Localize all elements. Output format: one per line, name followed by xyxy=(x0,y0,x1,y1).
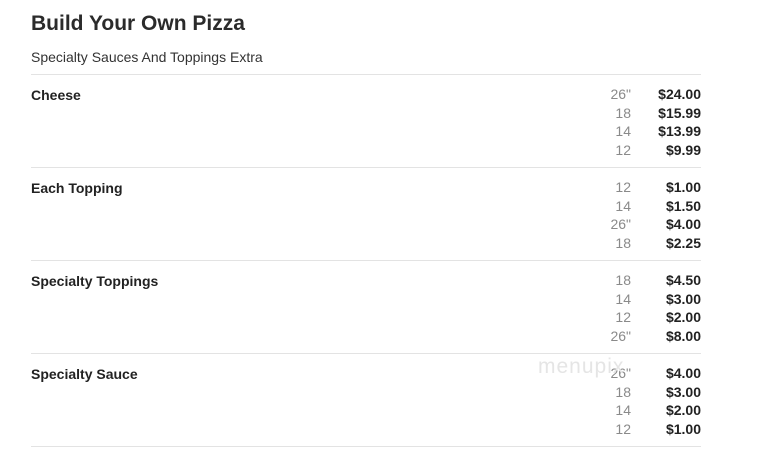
size-label: 26" xyxy=(610,86,631,102)
price-row: 26" $4.00 xyxy=(581,364,701,383)
size-label: 18 xyxy=(615,235,631,252)
price-value: $13.99 xyxy=(658,123,701,140)
size-label: 18 xyxy=(615,104,631,121)
price-list: 26" $4.00 18 $3.00 14 $2.00 12 $1.00 xyxy=(581,364,701,439)
price-row: 14 $2.00 xyxy=(581,401,701,420)
price-list: 18 $4.50 14 $3.00 12 $2.00 26" $8.00 xyxy=(581,271,701,346)
size-label: 12 xyxy=(615,179,631,195)
price-value: $1.00 xyxy=(665,421,701,438)
size-label: 14 xyxy=(615,402,631,419)
size-label: 12 xyxy=(615,421,631,438)
price-row: 12 $9.99 xyxy=(581,141,701,160)
size-label: 14 xyxy=(615,123,631,140)
price-row: 18 $15.99 xyxy=(581,104,701,123)
section-name: Specialty Sauce xyxy=(31,366,138,382)
price-value: $2.00 xyxy=(665,309,701,326)
price-list: 26" $24.00 18 $15.99 14 $13.99 12 $9.99 xyxy=(581,85,701,160)
menu-section-specialty-sauce: Specialty Sauce 26" $4.00 18 $3.00 14 $2… xyxy=(31,354,701,447)
price-value: $2.25 xyxy=(665,235,701,252)
price-row: 14 $1.50 xyxy=(581,197,701,216)
price-row: 18 $2.25 xyxy=(581,234,701,253)
size-label: 12 xyxy=(615,142,631,159)
size-label: 26" xyxy=(610,328,631,345)
menu-section-specialty-toppings: Specialty Toppings 18 $4.50 14 $3.00 12 … xyxy=(31,261,701,354)
size-label: 26" xyxy=(610,365,631,381)
price-value: $8.00 xyxy=(665,328,701,345)
menu-subtitle: Specialty Sauces And Toppings Extra xyxy=(31,48,701,75)
menu-section-each-topping: Each Topping 12 $1.00 14 $1.50 26" $4.00… xyxy=(31,168,701,261)
price-row: 18 $4.50 xyxy=(581,271,701,290)
price-value: $4.50 xyxy=(665,272,701,288)
size-label: 12 xyxy=(615,309,631,326)
price-value: $9.99 xyxy=(665,142,701,159)
price-value: $3.00 xyxy=(665,383,701,400)
price-value: $4.00 xyxy=(665,365,701,381)
size-label: 18 xyxy=(615,272,631,288)
size-label: 18 xyxy=(615,383,631,400)
price-value: $3.00 xyxy=(665,290,701,307)
price-row: 26" $24.00 xyxy=(581,85,701,104)
price-row: 12 $2.00 xyxy=(581,308,701,327)
menu-section-cheese: Cheese 26" $24.00 18 $15.99 14 $13.99 12… xyxy=(31,75,701,168)
section-name: Each Topping xyxy=(31,180,123,196)
price-row: 26" $8.00 xyxy=(581,327,701,346)
size-label: 26" xyxy=(610,216,631,233)
price-row: 12 $1.00 xyxy=(581,420,701,439)
price-row: 12 $1.00 xyxy=(581,178,701,197)
price-row: 14 $3.00 xyxy=(581,290,701,309)
price-value: $1.00 xyxy=(665,179,701,195)
size-label: 14 xyxy=(615,197,631,214)
menu-block: Build Your Own Pizza Specialty Sauces An… xyxy=(31,0,701,447)
price-row: 26" $4.00 xyxy=(581,215,701,234)
price-value: $24.00 xyxy=(658,86,701,102)
size-label: 14 xyxy=(615,290,631,307)
menu-title: Build Your Own Pizza xyxy=(31,12,245,35)
section-name: Specialty Toppings xyxy=(31,273,159,289)
price-value: $2.00 xyxy=(665,402,701,419)
price-row: 14 $13.99 xyxy=(581,122,701,141)
price-list: 12 $1.00 14 $1.50 26" $4.00 18 $2.25 xyxy=(581,178,701,253)
price-value: $4.00 xyxy=(665,216,701,233)
price-row: 18 $3.00 xyxy=(581,383,701,402)
section-name: Cheese xyxy=(31,87,81,103)
price-value: $1.50 xyxy=(665,197,701,214)
price-value: $15.99 xyxy=(658,104,701,121)
